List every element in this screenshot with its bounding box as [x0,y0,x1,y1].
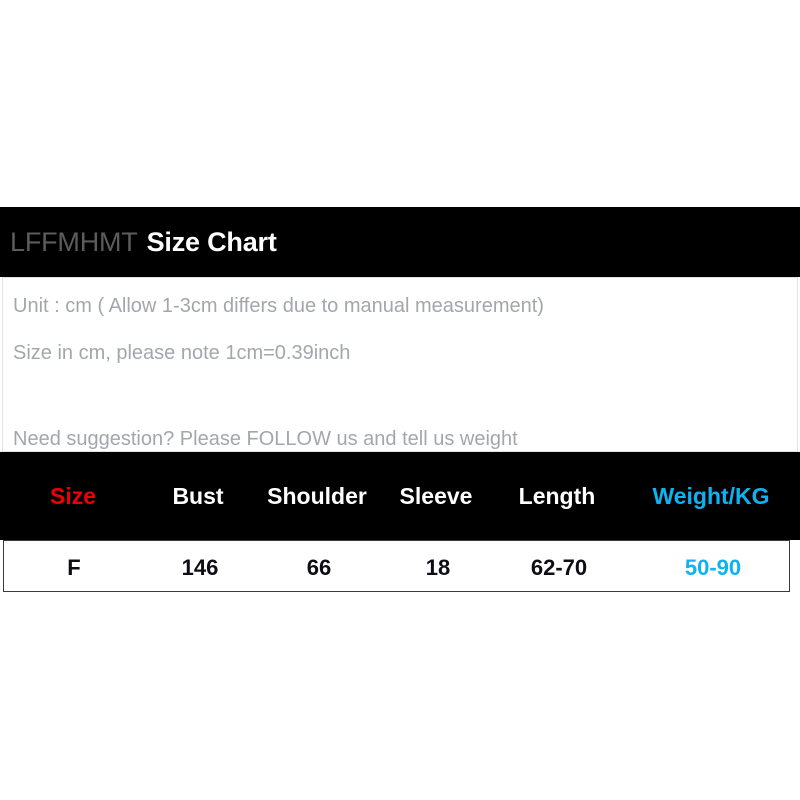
table-cell-size: F [67,555,81,580]
size-table-header-row: Size Bust Shoulder Sleeve Length Weight/KG [0,452,800,540]
table-cell-bust: 146 [181,555,219,580]
note-cm-to-inch: Size in cm, please note 1cm=0.39inch [13,342,351,364]
table-cell-sleeve: 18 [425,555,451,580]
size-table-data-row: F 146 66 18 62-70 50-90 [3,540,790,592]
note-unit-tolerance: Unit : cm ( Allow 1-3cm differs due to m… [13,295,544,317]
column-header-sleeve: Sleeve [399,483,473,509]
measurement-notes-panel: Unit : cm ( Allow 1-3cm differs due to m… [2,277,798,452]
table-cell-shoulder: 66 [306,555,332,580]
column-header-shoulder: Shoulder [267,483,367,509]
size-chart-image: LFFMHMT Size Chart Unit : cm ( Allow 1-3… [0,0,800,800]
note-follow-suggestion: Need suggestion? Please FOLLOW us and te… [13,428,518,450]
column-header-weight-kg: Weight/KG [652,483,770,509]
size-chart-title-bar: LFFMHMT Size Chart [0,207,800,277]
page-title: Size Chart [146,226,277,257]
column-header-bust: Bust [172,483,224,509]
column-header-length: Length [518,483,596,509]
table-cell-length: 62-70 [530,555,588,580]
column-header-size: Size [49,483,97,509]
brand-name: LFFMHMT [10,226,138,257]
table-cell-weight-kg: 50-90 [684,555,742,580]
